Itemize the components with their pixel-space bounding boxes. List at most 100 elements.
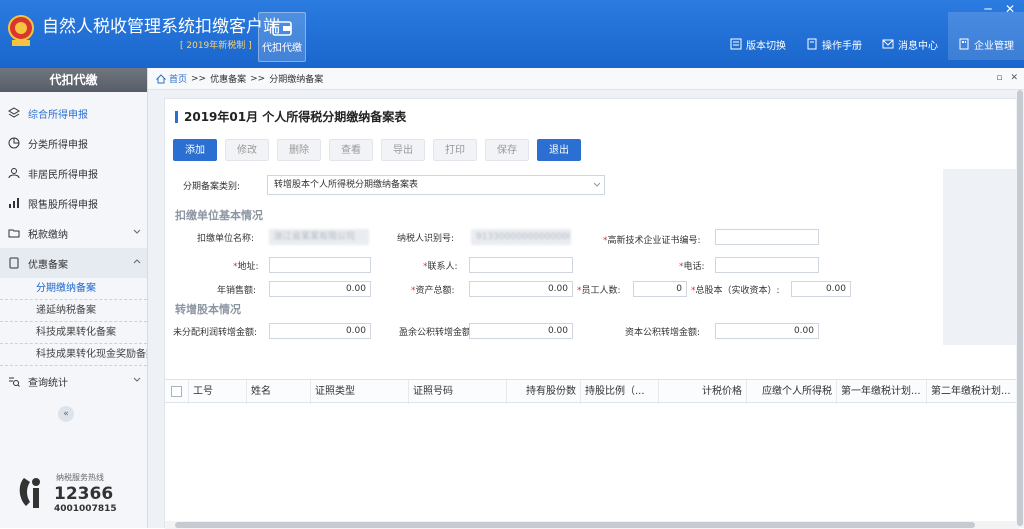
employees-label: *员工人数:	[577, 286, 621, 296]
assets-label: *资产总额:	[411, 286, 455, 296]
sidebar-item-label: 优惠备案	[28, 259, 68, 271]
breadcrumb: 首页 >> 优惠备案 >> 分期缴纳备案	[148, 68, 1024, 90]
taxpayer-id-field: 913300000000000000	[471, 229, 571, 245]
sidebar-item-label: 分类所得申报	[28, 139, 88, 151]
surplus-label: 盈余公积转增金额:	[399, 328, 475, 338]
edit-button[interactable]: 修改	[225, 139, 269, 161]
sidebar-item-tax-payment[interactable]: 税款缴纳	[0, 218, 147, 248]
app-title: 自然人税收管理系统扣缴客户端	[42, 17, 280, 37]
sidebar-subitem-installment[interactable]: 分期缴纳备案	[0, 278, 147, 300]
sidebar-header: 代扣代缴	[0, 68, 147, 92]
capital-field[interactable]: 0.00	[791, 281, 851, 297]
col-year1-plan[interactable]: 第一年缴税计划...	[837, 380, 927, 404]
form-side-strip	[943, 169, 1019, 345]
col-employee-id[interactable]: 工号	[189, 380, 247, 404]
chevron-down-icon	[133, 229, 141, 234]
layers-icon	[8, 107, 20, 118]
sidebar-subitem-tech-transfer[interactable]: 科技成果转化备案	[0, 322, 147, 344]
toolbar: 添加 修改 删除 查看 导出 打印 保存 退出	[173, 139, 581, 161]
unit-name-field: 浙江省某某有限公司	[269, 229, 369, 245]
chevron-down-icon	[133, 377, 141, 382]
tax-emblem-icon	[8, 15, 34, 46]
breadcrumb-level1[interactable]: 优惠备案	[210, 72, 246, 85]
hotline-icon	[19, 478, 40, 508]
module-button-withholding[interactable]: 代扣代缴	[258, 12, 306, 62]
view-button[interactable]: 查看	[329, 139, 373, 161]
undistributed-label: 未分配利润转增金额:	[173, 328, 258, 338]
hightech-cert-field[interactable]	[715, 229, 819, 245]
breadcrumb-home[interactable]: 首页	[156, 72, 187, 85]
close-tab-icon[interactable]: ✕	[1010, 73, 1018, 83]
restore-icon[interactable]: ▫	[996, 73, 1002, 83]
contact-field[interactable]	[469, 257, 573, 273]
export-button[interactable]: 导出	[381, 139, 425, 161]
add-button[interactable]: 添加	[173, 139, 217, 161]
col-shares[interactable]: 持有股份数	[507, 380, 581, 404]
sidebar-item-comprehensive[interactable]: 综合所得申报	[0, 98, 147, 128]
save-button[interactable]: 保存	[485, 139, 529, 161]
menu-enterprise[interactable]: 企业管理	[948, 12, 1024, 60]
category-select[interactable]: 转增股本个人所得税分期缴纳备案表	[267, 175, 605, 195]
col-name[interactable]: 姓名	[247, 380, 311, 404]
phone-field[interactable]	[715, 257, 819, 273]
capital-reserve-field[interactable]: 0.00	[715, 323, 819, 339]
vertical-scrollbar[interactable]	[1016, 90, 1024, 528]
main-content: 首页 >> 优惠备案 >> 分期缴纳备案 ▫ ✕ 2019年01月 个人所得税分…	[148, 68, 1024, 529]
surplus-field[interactable]: 0.00	[469, 323, 573, 339]
sidebar-item-query[interactable]: 查询统计	[0, 366, 147, 396]
phone-label: *电话:	[679, 262, 705, 272]
menu-label: 版本切换	[746, 40, 786, 52]
breadcrumb-separator: >>	[191, 73, 207, 84]
holder-table: 工号 姓名 证照类型 证照号码 持有股份数 持股比例（... 计税价格 应缴个人…	[165, 351, 1019, 529]
unit-name-label: 扣缴单位名称:	[197, 234, 255, 244]
category-select-value: 转增股本个人所得税分期缴纳备案表	[274, 180, 419, 190]
sidebar-item-preferential-filing[interactable]: 优惠备案	[0, 248, 147, 278]
page-title: 2019年01月 个人所得税分期缴纳备案表	[175, 111, 406, 123]
pie-icon	[8, 137, 20, 149]
menu-label: 企业管理	[974, 40, 1014, 52]
taxpayer-id-label: 纳税人识别号:	[397, 234, 455, 244]
col-id-type[interactable]: 证照类型	[311, 380, 409, 404]
select-all-checkbox[interactable]	[171, 386, 182, 397]
sidebar-collapse-button[interactable]: «	[58, 406, 74, 422]
chevron-up-icon	[133, 259, 141, 264]
address-field[interactable]	[269, 257, 371, 273]
employees-field[interactable]: 0	[633, 281, 687, 297]
app-subtitle: [ 2019年新税制 ]	[180, 41, 252, 51]
module-button-label: 代扣代缴	[262, 43, 302, 54]
breadcrumb-separator: >>	[250, 73, 266, 84]
sidebar-item-restricted-shares[interactable]: 限售股所得申报	[0, 188, 147, 218]
print-button[interactable]: 打印	[433, 139, 477, 161]
sidebar-item-label: 限售股所得申报	[28, 199, 98, 211]
address-label: *地址:	[233, 262, 259, 272]
vertical-scrollbar-thumb[interactable]	[1017, 90, 1023, 526]
col-payable-tax[interactable]: 应缴个人所得税	[747, 380, 837, 404]
exit-button[interactable]: 退出	[537, 139, 581, 161]
hotline-sub-number: 4001007815	[54, 504, 117, 514]
col-year2-plan[interactable]: 第二年缴税计划...	[927, 380, 1019, 404]
menu-messages[interactable]: 消息中心	[872, 37, 948, 52]
undistributed-field[interactable]: 0.00	[269, 323, 371, 339]
sidebar-subitem-tech-cash-reward[interactable]: 科技成果转化现金奖励备案	[0, 344, 147, 366]
sidebar-item-nonresident[interactable]: 非居民所得申报	[0, 158, 147, 188]
switch-icon	[730, 38, 742, 50]
user-icon	[8, 168, 20, 179]
sidebar-item-classified[interactable]: 分类所得申报	[0, 128, 147, 158]
menu-manual[interactable]: 操作手册	[796, 37, 872, 52]
menu-version-switch[interactable]: 版本切换	[720, 37, 796, 52]
col-id-number[interactable]: 证照号码	[409, 380, 507, 404]
delete-button[interactable]: 删除	[277, 139, 321, 161]
capital-reserve-label: 资本公积转增金额:	[625, 328, 701, 338]
breadcrumb-home-label: 首页	[169, 75, 188, 85]
filing-panel: 2019年01月 个人所得税分期缴纳备案表 添加 修改 删除 查看 导出 打印 …	[164, 98, 1019, 529]
sales-field[interactable]: 0.00	[269, 281, 371, 297]
menu-label: 操作手册	[822, 40, 862, 52]
folder-icon	[8, 229, 20, 238]
assets-field[interactable]: 0.00	[469, 281, 573, 297]
search-list-icon	[9, 377, 20, 387]
col-share-ratio[interactable]: 持股比例（...	[581, 380, 659, 404]
sidebar-subitem-deferred[interactable]: 递延纳税备案	[0, 300, 147, 322]
col-tax-price[interactable]: 计税价格	[659, 380, 747, 404]
sidebar-item-label: 非居民所得申报	[28, 169, 98, 181]
horizontal-scrollbar-thumb[interactable]	[175, 522, 975, 528]
